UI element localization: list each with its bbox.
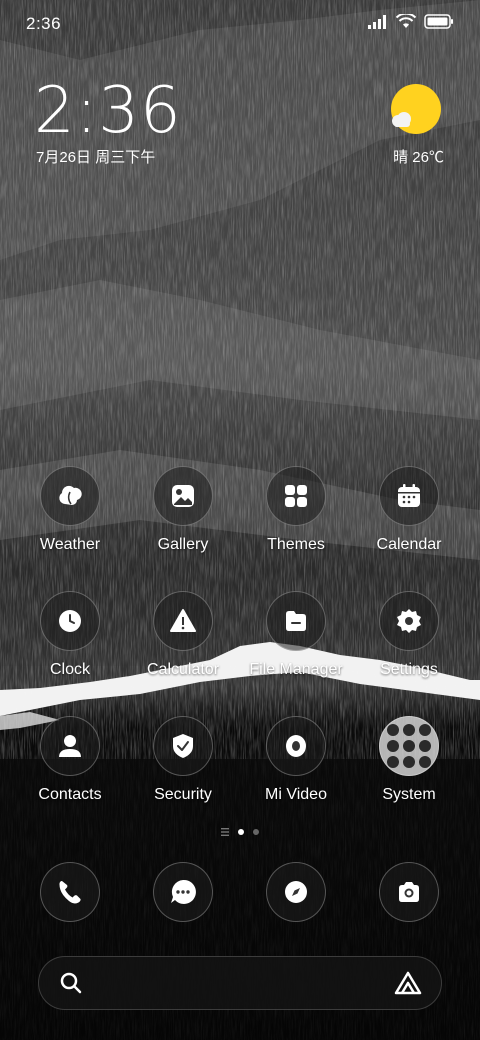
search-icon[interactable] — [59, 971, 83, 995]
app-themes[interactable]: Themes — [240, 466, 352, 554]
app-settings[interactable]: Settings — [353, 591, 465, 679]
phone-icon — [40, 862, 100, 922]
app-label: Mi Video — [265, 786, 327, 803]
weather-icon — [40, 466, 100, 526]
app-weather[interactable]: Weather — [14, 466, 126, 554]
app-gallery[interactable]: Gallery — [127, 466, 239, 554]
app-label: Contacts — [38, 786, 102, 803]
gallery-icon — [153, 466, 213, 526]
widget-date: 7月26日 周三下午 — [36, 149, 156, 166]
settings-icon — [379, 591, 439, 651]
feed-menu-icon[interactable] — [221, 828, 229, 836]
app-calendar[interactable]: Calendar — [353, 466, 465, 554]
app-label: Themes — [267, 536, 325, 553]
folder-app-icon — [403, 756, 415, 768]
weather-sun-icon[interactable] — [388, 83, 444, 144]
app-label: Gallery — [157, 536, 209, 553]
clock-icon — [40, 591, 100, 651]
page-dot[interactable] — [253, 829, 259, 835]
camera-icon — [379, 862, 439, 922]
app-label: Calendar — [376, 536, 442, 553]
signal-icon — [368, 14, 386, 29]
battery-icon — [424, 14, 453, 29]
browser-icon — [266, 862, 326, 922]
dock-browser[interactable] — [240, 862, 352, 922]
dock-messages[interactable] — [127, 862, 239, 922]
folder-app-icon — [403, 740, 415, 752]
calculator-icon — [153, 591, 213, 651]
status-time: 2:36 — [26, 14, 62, 33]
folder-app-icon — [403, 724, 415, 736]
app-label: Settings — [380, 661, 438, 678]
app-clock[interactable]: Clock — [14, 591, 126, 679]
app-label: File Manager — [249, 661, 343, 678]
page-indicator[interactable] — [0, 828, 480, 836]
search-bar[interactable] — [38, 956, 442, 1010]
dock-phone[interactable] — [14, 862, 126, 922]
status-icons — [368, 14, 454, 29]
widget-clock[interactable]: 2:36 — [34, 76, 182, 146]
app-label: Clock — [49, 661, 90, 678]
folder-app-icon — [387, 756, 399, 768]
folder-app-icon — [419, 740, 431, 752]
app-mi-video[interactable]: Mi Video — [240, 716, 352, 804]
messages-icon — [153, 862, 213, 922]
app-label: Calculator — [146, 661, 220, 678]
file-manager-icon — [266, 591, 326, 651]
app-label: Weather — [39, 536, 101, 553]
folder-icon — [379, 716, 439, 776]
themes-icon — [266, 466, 326, 526]
wifi-icon — [396, 14, 416, 28]
folder-app-icon — [419, 724, 431, 736]
app-vault-icon[interactable] — [393, 971, 423, 995]
app-label: System — [382, 786, 436, 803]
app-calculator[interactable]: Calculator — [127, 591, 239, 679]
app-file-manager[interactable]: File Manager — [240, 591, 352, 679]
app-label: Security — [154, 786, 212, 803]
app-system-folder[interactable]: System — [353, 716, 465, 804]
folder-app-icon — [387, 724, 399, 736]
folder-app-icon — [419, 756, 431, 768]
search-input[interactable] — [93, 973, 393, 993]
security-icon — [153, 716, 213, 776]
contacts-icon — [40, 716, 100, 776]
calendar-icon — [379, 466, 439, 526]
widget-weather: 晴 26℃ — [393, 149, 444, 166]
page-dot-active[interactable] — [238, 829, 244, 835]
app-contacts[interactable]: Contacts — [14, 716, 126, 804]
folder-app-icon — [387, 740, 399, 752]
mi-video-icon — [266, 716, 326, 776]
app-security[interactable]: Security — [127, 716, 239, 804]
dock-camera[interactable] — [353, 862, 465, 922]
